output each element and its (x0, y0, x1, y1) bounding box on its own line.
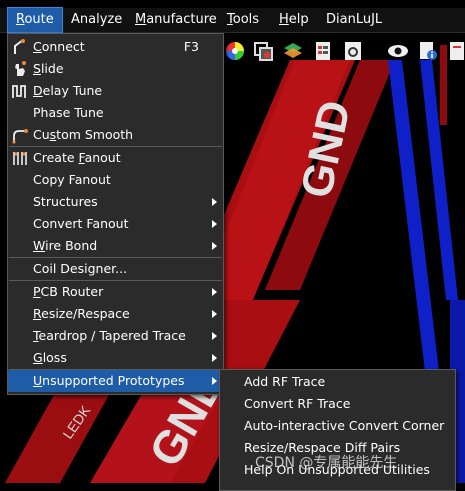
submenu-arrow-icon (212, 198, 217, 206)
menu-item-gloss[interactable]: Gloss (8, 347, 223, 369)
document-icon[interactable] (447, 40, 465, 62)
menubar: Route Analyze Manufacture Tools Help Dia… (0, 7, 465, 33)
menu-item-convert-fanout[interactable]: Convert Fanout (8, 213, 223, 235)
unsupported-prototypes-submenu: Add RF Trace Convert RF Trace Auto-inter… (219, 369, 456, 491)
menu-item-custom-smooth[interactable]: Custom Smooth (8, 124, 223, 146)
menu-item-teardrop[interactable]: Teardrop / Tapered Trace (8, 325, 223, 347)
menu-item-connect[interactable]: Connect F3 (8, 36, 223, 58)
menu-item-coil-designer[interactable]: Coil Designer... (8, 258, 223, 280)
info-document-icon[interactable] (417, 40, 439, 62)
toolbar (222, 36, 465, 68)
copy-view-icon[interactable] (252, 40, 274, 62)
submenu-item-auto-interactive-convert-corner[interactable]: Auto-interactive Convert Corner (220, 415, 455, 437)
menu-route[interactable]: Route (7, 7, 63, 33)
connect-shortcut: F3 (183, 39, 199, 54)
submenu-arrow-icon (212, 242, 217, 250)
submenu-arrow-icon (212, 310, 217, 318)
submenu-item-add-rf-trace[interactable]: Add RF Trace (220, 371, 455, 393)
menu-item-pcb-router[interactable]: PCB Router (8, 281, 223, 303)
submenu-arrow-icon (212, 332, 217, 340)
submenu-item-convert-rf-trace[interactable]: Convert RF Trace (220, 393, 455, 415)
menu-dianlujl[interactable]: DianLuJL (318, 8, 390, 32)
menu-help[interactable]: Help (271, 8, 317, 32)
menu-item-slide[interactable]: Slide (8, 58, 223, 80)
submenu-arrow-icon (212, 377, 217, 385)
menu-item-create-fanout[interactable]: Create Fanout (8, 147, 223, 169)
submenu-arrow-icon (212, 288, 217, 296)
slide-icon (15, 61, 26, 76)
eye-icon[interactable] (387, 40, 409, 62)
route-menu: Connect F3 Slide Delay Tune Phase Tune C… (7, 33, 224, 395)
menu-tools[interactable]: Tools (219, 8, 267, 32)
watermark: CSDN @专属能能先生 (255, 455, 398, 471)
menu-item-copy-fanout[interactable]: Copy Fanout (8, 169, 223, 191)
connect-icon (14, 39, 25, 54)
component-settings-icon[interactable] (342, 40, 364, 62)
layers-icon[interactable] (282, 40, 304, 62)
submenu-arrow-icon (212, 354, 217, 362)
menu-item-delay-tune[interactable]: Delay Tune (8, 80, 223, 102)
menu-item-resize-respace[interactable]: Resize/Respace (8, 303, 223, 325)
menu-item-wire-bond[interactable]: Wire Bond (8, 235, 223, 257)
menu-item-phase-tune[interactable]: Phase Tune (8, 102, 223, 124)
fanout-icon (13, 152, 27, 165)
delay-tune-icon (12, 85, 26, 98)
menu-item-structures[interactable]: Structures (8, 191, 223, 213)
color-wheel-icon[interactable] (224, 40, 246, 62)
menu-item-unsupported-prototypes[interactable]: Unsupported Prototypes (8, 370, 223, 392)
report-icon[interactable] (312, 40, 334, 62)
menu-analyze[interactable]: Analyze (63, 8, 130, 32)
submenu-arrow-icon (212, 220, 217, 228)
custom-smooth-icon (12, 129, 28, 144)
menu-manufacture[interactable]: Manufacture (127, 8, 225, 32)
